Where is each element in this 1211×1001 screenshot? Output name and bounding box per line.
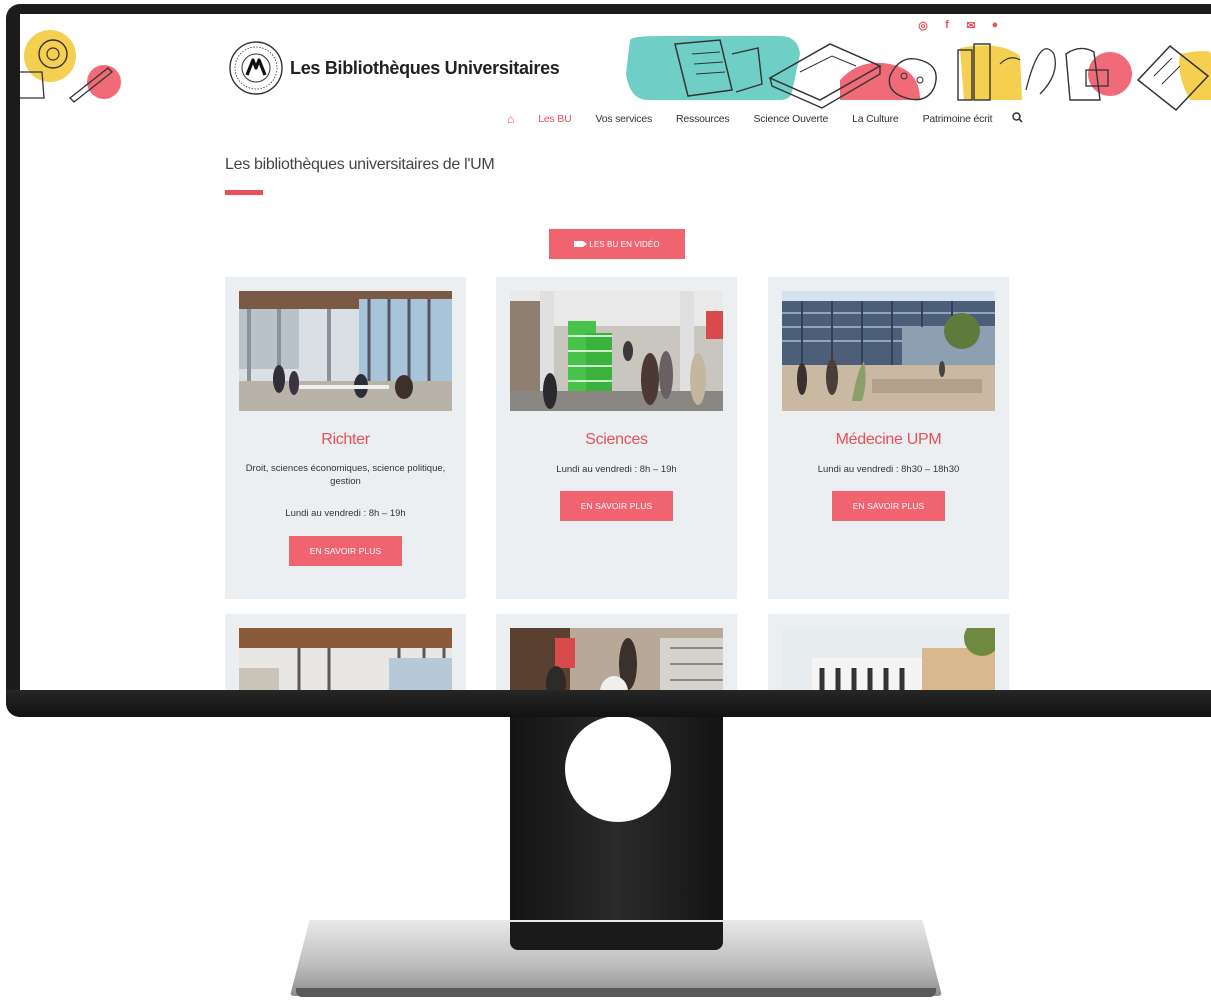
- monitor-stand-foot: [510, 922, 723, 950]
- site-logo[interactable]: Les Bibliothèques Universitaires: [228, 40, 560, 96]
- instagram-icon[interactable]: ◎: [918, 19, 928, 32]
- nav-item-patrimoine-ecrit[interactable]: Patrimoine écrit: [911, 113, 1005, 125]
- library-name-richter[interactable]: Richter: [225, 431, 466, 449]
- monitor-chin: [6, 690, 1211, 717]
- video-button-label: LES BU EN VIDÉO: [589, 239, 660, 249]
- facebook-icon[interactable]: f: [942, 19, 952, 32]
- library-hours-richter: Lundi au vendredi : 8h – 19h: [285, 508, 406, 519]
- library-name-medecine-upm[interactable]: Médecine UPM: [768, 431, 1009, 449]
- nav-item-les-bu[interactable]: Les BU: [526, 113, 583, 125]
- learn-more-button-sciences[interactable]: EN SAVOIR PLUS: [560, 491, 673, 521]
- library-card-row2-2: [496, 614, 737, 690]
- library-desc-richter: Droit, sciences économiques, science pol…: [245, 463, 446, 487]
- search-icon[interactable]: [1004, 112, 1023, 126]
- learn-more-button-medecine-upm[interactable]: EN SAVOIR PLUS: [832, 491, 945, 521]
- monitor-mockup: Les Bibliothèques Universitaires ◎ f ✉ ●…: [0, 0, 1211, 1001]
- nav-item-science-ouverte[interactable]: Science Ouverte: [741, 113, 840, 125]
- library-name-sciences[interactable]: Sciences: [496, 431, 737, 449]
- header-doodles-illustration: [20, 30, 1211, 112]
- user-icon[interactable]: ●: [990, 19, 1000, 32]
- monitor-base-edge: [296, 988, 936, 997]
- library-photo-richter[interactable]: [239, 291, 452, 411]
- site-name: Les Bibliothèques Universitaires: [290, 57, 560, 78]
- screen: Les Bibliothèques Universitaires ◎ f ✉ ●…: [20, 14, 1211, 690]
- library-hours-medecine-upm: Lundi au vendredi : 8h30 – 18h30: [817, 464, 960, 475]
- library-photo-row2-1[interactable]: [239, 628, 452, 690]
- library-card-sciences: Sciences Lundi au vendredi : 8h – 19h EN…: [496, 277, 737, 599]
- title-underline: [225, 190, 263, 195]
- main-navigation: ⌂ Les BU Vos services Ressources Science…: [507, 112, 1023, 126]
- library-hours-sciences: Lundi au vendredi : 8h – 19h: [556, 464, 677, 475]
- learn-more-button-richter[interactable]: EN SAVOIR PLUS: [289, 536, 402, 566]
- nav-item-la-culture[interactable]: La Culture: [840, 113, 910, 125]
- library-photo-row2-2[interactable]: [510, 628, 723, 690]
- monitor-stand-cable-hole: [565, 716, 671, 822]
- library-photo-sciences[interactable]: [510, 291, 723, 411]
- library-photo-medecine-upm[interactable]: [782, 291, 995, 411]
- library-card-row2-3: [768, 614, 1009, 690]
- university-seal-icon: [229, 41, 283, 95]
- mail-icon[interactable]: ✉: [966, 19, 976, 32]
- nav-item-ressources[interactable]: Ressources: [664, 113, 741, 125]
- social-links: ◎ f ✉ ●: [918, 19, 1000, 32]
- library-photo-row2-3[interactable]: [782, 628, 995, 690]
- library-card-medecine-upm: Médecine UPM Lundi au vendredi : 8h30 – …: [768, 277, 1009, 599]
- video-button[interactable]: LES BU EN VIDÉO: [549, 229, 685, 259]
- library-card-row2-1: [225, 614, 466, 690]
- nav-item-vos-services[interactable]: Vos services: [583, 113, 664, 125]
- home-icon[interactable]: ⌂: [507, 112, 526, 126]
- library-card-richter: Richter Droit, sciences économiques, sci…: [225, 277, 466, 599]
- page-title: Les bibliothèques universitaires de l'UM: [225, 156, 495, 173]
- video-camera-icon: [574, 241, 588, 247]
